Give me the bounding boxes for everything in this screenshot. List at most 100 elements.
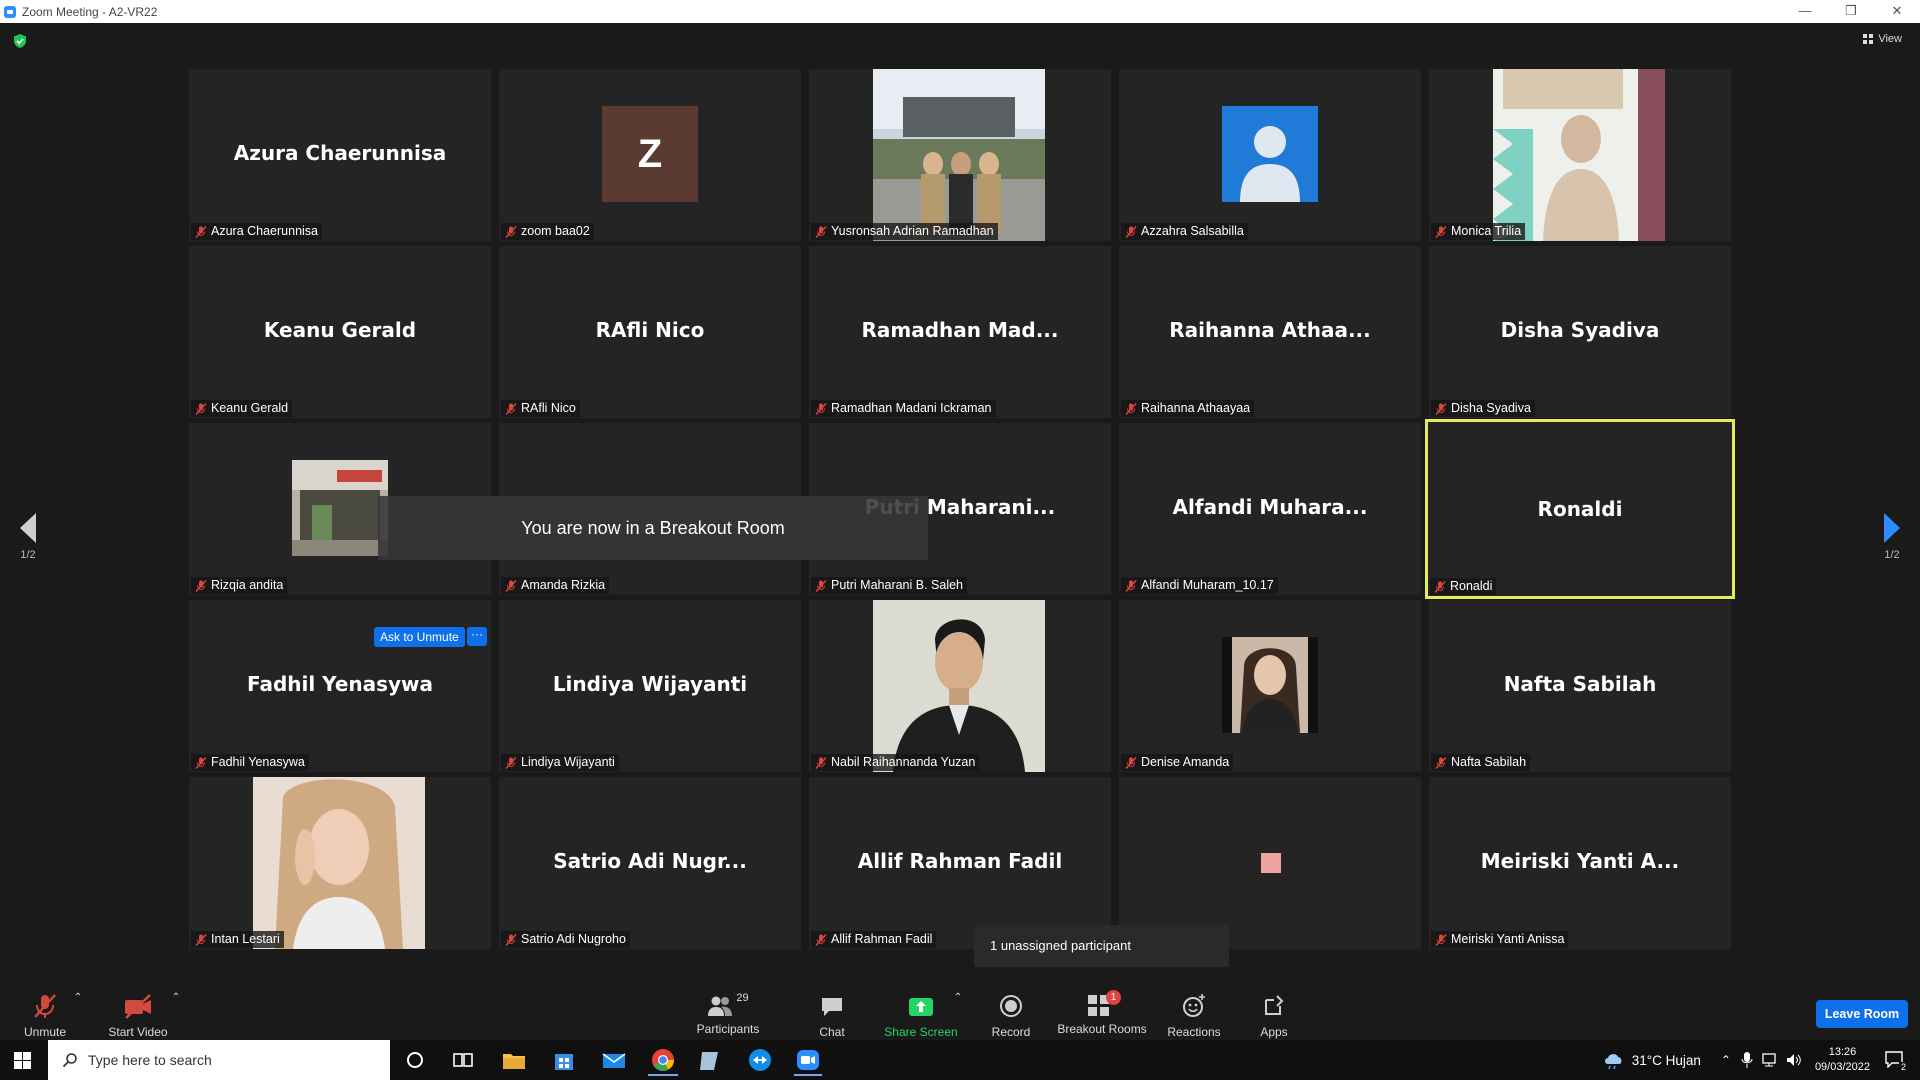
participant-tile[interactable]: Nabil Raihannanda Yuzan: [809, 600, 1111, 772]
cortana-icon[interactable]: [402, 1046, 428, 1074]
chat-button[interactable]: Chat: [806, 980, 858, 1040]
share-options-caret-icon[interactable]: ⌃: [952, 992, 964, 1012]
participant-label: RAfli Nico: [501, 400, 580, 417]
participant-tile[interactable]: Monica Trilia: [1429, 69, 1731, 241]
restore-button[interactable]: ❐: [1828, 0, 1874, 23]
file-explorer-icon[interactable]: [500, 1046, 528, 1074]
breakout-rooms-button[interactable]: 1 Breakout Rooms: [1054, 980, 1150, 1040]
participant-video-photo: [292, 460, 388, 556]
muted-mic-icon: [1435, 225, 1447, 238]
muted-mic-icon: [505, 579, 517, 592]
participant-tile[interactable]: RAfli Nico RAfli Nico: [499, 246, 801, 418]
unassigned-participant-tooltip[interactable]: 1 unassigned participant: [974, 925, 1229, 967]
participant-tile[interactable]: Ramadhan Mad... Ramadhan Madani Ickraman: [809, 246, 1111, 418]
mail-icon[interactable]: [600, 1046, 628, 1074]
system-tray: 31°C Hujan ⌃ 13:26 09/03/2022 2: [1602, 1040, 1920, 1080]
participant-label: Disha Syadiva: [1431, 400, 1535, 417]
participant-label: Allif Rahman Fadil: [811, 931, 937, 948]
notes-app-icon[interactable]: [696, 1046, 724, 1074]
muted-mic-icon: [815, 933, 827, 946]
participant-tile[interactable]: Intan Lestari: [189, 777, 491, 949]
participant-video-photo: [253, 777, 425, 949]
close-button[interactable]: ✕: [1874, 0, 1920, 23]
windows-start-icon[interactable]: [14, 1052, 31, 1069]
start-video-button[interactable]: Start Video: [102, 980, 174, 1040]
participant-name: Azura Chaerunnisa: [211, 224, 319, 238]
video-off-icon: [125, 994, 151, 1019]
clock-time: 13:26: [1828, 1046, 1857, 1058]
participant-tile[interactable]: Yusronsah Adrian Ramadhan: [809, 69, 1111, 241]
participant-tile[interactable]: Azura Chaerunnisa Azura Chaerunnisa: [189, 69, 491, 241]
participant-tile[interactable]: Denise Amanda: [1119, 600, 1421, 772]
taskbar-clock[interactable]: 13:26 09/03/2022: [1815, 1045, 1870, 1075]
participant-name: Fadhil Yenasywa: [211, 755, 305, 769]
participants-button[interactable]: 29 Participants: [692, 980, 764, 1040]
participant-tile[interactable]: Raihanna Athaa... Raihanna Athaayaa: [1119, 246, 1421, 418]
grid-view-icon: [1863, 34, 1874, 44]
record-button[interactable]: Record: [984, 980, 1038, 1040]
participant-label: Nabil Raihannanda Yuzan: [811, 754, 980, 771]
share-screen-button[interactable]: Share Screen: [880, 980, 962, 1040]
shield-icon[interactable]: [12, 33, 28, 49]
participant-name: Amanda Rizkia: [521, 578, 606, 592]
audio-options-caret-icon[interactable]: ⌃: [72, 992, 84, 1012]
reactions-label: Reactions: [1167, 1025, 1221, 1039]
participant-label: Raihanna Athaayaa: [1121, 400, 1255, 417]
unmute-button[interactable]: Unmute: [14, 980, 76, 1040]
muted-mic-icon: [1125, 225, 1137, 238]
zoom-app-icon[interactable]: [794, 1046, 822, 1076]
show-hidden-icons-chevron-icon[interactable]: ⌃: [1721, 1053, 1731, 1067]
participant-tile[interactable]: Lindiya Wijayanti Lindiya Wijayanti: [499, 600, 801, 772]
participant-tile[interactable]: Fadhil Yenasywa Fadhil Yenasywa: [189, 600, 491, 772]
muted-mic-icon: [505, 225, 517, 238]
active-speaker-tile[interactable]: Ronaldi Ronaldi: [1425, 419, 1735, 599]
minimize-button[interactable]: —: [1782, 0, 1828, 23]
participant-tile[interactable]: Nafta Sabilah Nafta Sabilah: [1429, 600, 1731, 772]
participant-display-name: Lindiya Wijayanti: [552, 672, 748, 696]
participant-tile[interactable]: Z zoom baa02: [499, 69, 801, 241]
ask-to-unmute-button[interactable]: Ask to Unmute: [374, 627, 465, 647]
weather-label[interactable]: 31°C Hujan: [1632, 1053, 1701, 1068]
network-icon[interactable]: [1761, 1052, 1779, 1068]
chrome-icon[interactable]: [648, 1046, 678, 1076]
apps-button[interactable]: Apps: [1252, 980, 1296, 1040]
participant-display-name: Disha Syadiva: [1500, 318, 1660, 342]
participant-tile[interactable]: Keanu Gerald Keanu Gerald: [189, 246, 491, 418]
participant-label: Ramadhan Madani Ickraman: [811, 400, 996, 417]
participant-tile[interactable]: Alfandi Muhara... Alfandi Muharam_10.17: [1119, 423, 1421, 595]
participant-tile[interactable]: Meiriski Yanti A... Meiriski Yanti Aniss…: [1429, 777, 1731, 949]
video-options-caret-icon[interactable]: ⌃: [170, 992, 182, 1012]
participant-name: Satrio Adi Nugroho: [521, 932, 626, 946]
participant-label: Azura Chaerunnisa: [191, 223, 323, 240]
participant-name: Rizqia andita: [211, 578, 284, 592]
previous-page-button[interactable]: 1/2: [8, 513, 48, 561]
teamviewer-icon[interactable]: [746, 1046, 774, 1074]
participant-tile[interactable]: Satrio Adi Nugr... Satrio Adi Nugroho: [499, 777, 801, 949]
taskbar-search-box[interactable]: Type here to search: [48, 1040, 390, 1080]
volume-icon[interactable]: [1785, 1052, 1803, 1068]
participant-tile[interactable]: Disha Syadiva Disha Syadiva: [1429, 246, 1731, 418]
participant-display-name: Nafta Sabilah: [1503, 672, 1657, 696]
participant-name: Lindiya Wijayanti: [521, 755, 615, 769]
notification-center-button[interactable]: 2: [1884, 1050, 1908, 1072]
microphone-tray-icon[interactable]: [1741, 1051, 1753, 1069]
participant-name: RAfli Nico: [521, 401, 576, 415]
muted-mic-icon: [1435, 933, 1447, 946]
participant-tile[interactable]: Azzahra Salsabilla: [1119, 69, 1421, 241]
chat-label: Chat: [819, 1025, 845, 1039]
participant-video-thumbnail: [1261, 853, 1281, 873]
reactions-button[interactable]: Reactions: [1164, 980, 1224, 1040]
weather-rain-icon[interactable]: [1602, 1050, 1626, 1070]
reactions-icon: [1183, 994, 1205, 1017]
participant-label: Putri Maharani B. Saleh: [811, 577, 968, 594]
leave-room-button[interactable]: Leave Room: [1816, 1000, 1908, 1028]
next-page-button[interactable]: 1/2: [1872, 513, 1912, 561]
more-options-button[interactable]: ···: [467, 627, 487, 646]
participant-display-name: Allif Rahman Fadil: [857, 849, 1063, 873]
view-label: View: [1878, 33, 1902, 45]
task-view-icon[interactable]: [450, 1046, 476, 1074]
view-button[interactable]: View: [1863, 33, 1902, 45]
participant-tile[interactable]: [1119, 777, 1421, 949]
microsoft-store-icon[interactable]: [550, 1046, 578, 1074]
participant-tile[interactable]: Allif Rahman Fadil Allif Rahman Fadil: [809, 777, 1111, 949]
